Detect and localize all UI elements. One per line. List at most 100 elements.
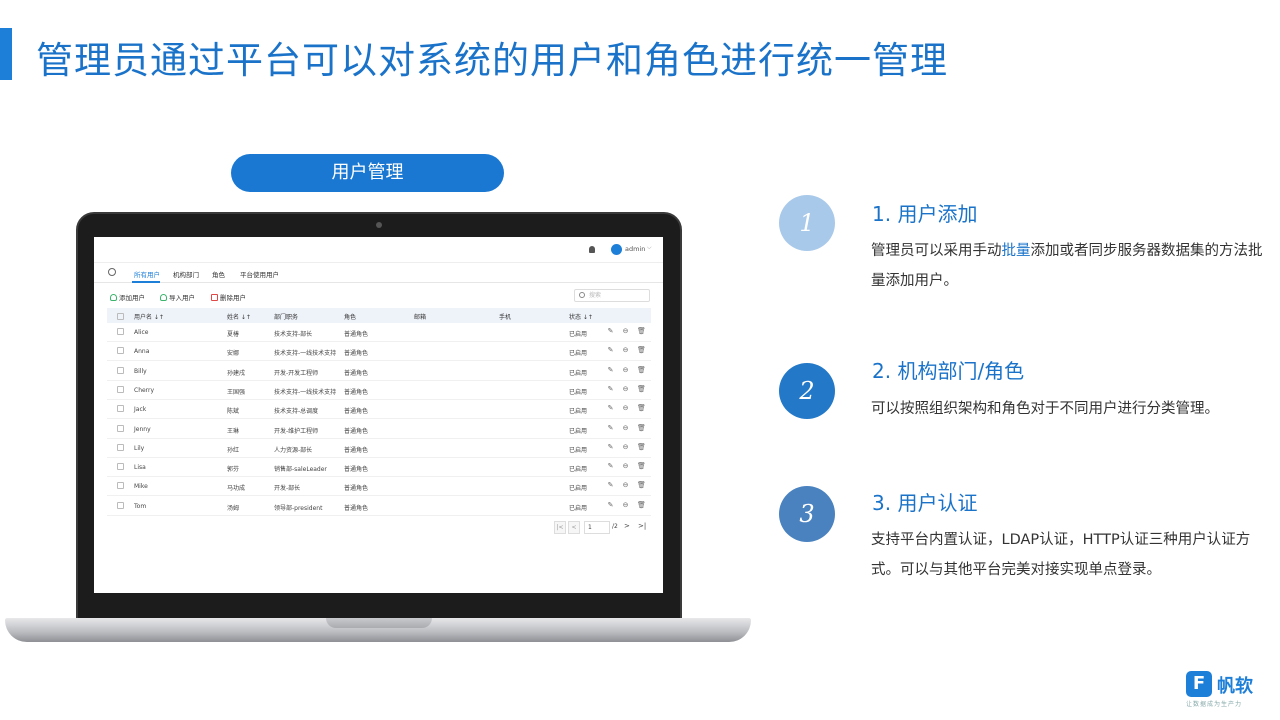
- trash-icon[interactable]: 🗑: [637, 405, 646, 412]
- cell-dept: 销售部-saleLeader: [274, 466, 327, 474]
- trash-icon[interactable]: 🗑: [637, 328, 646, 335]
- feature-2-title: 2. 机构部门/角色: [872, 359, 1025, 383]
- cell-status: 已启用: [569, 369, 588, 377]
- next-page-button[interactable]: >: [624, 522, 630, 530]
- add-user-button[interactable]: 添加用户: [110, 292, 145, 302]
- bell-icon[interactable]: [589, 246, 595, 253]
- trash-icon[interactable]: 🗑: [637, 482, 646, 489]
- admin-name[interactable]: admin: [625, 245, 645, 253]
- disable-icon[interactable]: ⊖: [622, 463, 629, 470]
- disable-icon[interactable]: ⊖: [622, 501, 629, 509]
- col-role: 角色: [344, 314, 357, 321]
- first-page-button[interactable]: |<: [554, 521, 566, 534]
- tab-all-users[interactable]: 所有用户: [134, 269, 160, 279]
- table-row[interactable]: Alice 夏椿 技术支持-部长 普通角色 已启用 ✎ ⊖ 🗑: [107, 323, 651, 342]
- cell-name: 孙建戌: [227, 369, 246, 377]
- edit-icon[interactable]: ✎: [607, 463, 614, 470]
- cell-role: 普通角色: [344, 427, 369, 435]
- page-number-input[interactable]: 1: [584, 521, 610, 534]
- laptop-notch: [326, 618, 432, 628]
- chevron-down-icon[interactable]: ⌵: [647, 244, 652, 252]
- table-row[interactable]: Jack 陈斌 技术支持-总调度 普通角色 已启用 ✎ ⊖ 🗑: [107, 400, 651, 420]
- app-topbar: admin ⌵: [94, 237, 663, 263]
- disable-icon[interactable]: ⊖: [622, 443, 629, 451]
- edit-icon[interactable]: ✎: [607, 385, 614, 393]
- col-name[interactable]: 姓名 ↓↑: [227, 312, 251, 321]
- row-checkbox[interactable]: [117, 385, 124, 393]
- avatar[interactable]: [611, 244, 622, 255]
- edit-icon[interactable]: ✎: [607, 424, 614, 432]
- row-checkbox[interactable]: [117, 482, 124, 490]
- user-add-icon: [110, 294, 117, 301]
- cell-role: 普通角色: [344, 485, 369, 493]
- trash-icon[interactable]: 🗑: [637, 501, 646, 509]
- feature-3-desc: 支持平台内置认证，LDAP认证，HTTP认证三种用户认证方式。可以与其他平台完美…: [871, 532, 1251, 578]
- table-row[interactable]: Tom 汤姆 领导部-president 普通角色 已启用 ✎ ⊖ 🗑: [107, 497, 651, 516]
- prev-page-button[interactable]: <: [568, 521, 580, 534]
- cell-username: Billy: [134, 367, 147, 375]
- row-checkbox[interactable]: [117, 443, 124, 451]
- row-checkbox[interactable]: [117, 463, 124, 471]
- row-checkbox[interactable]: [117, 424, 124, 432]
- cell-status: 已启用: [569, 485, 588, 493]
- row-checkbox[interactable]: [117, 366, 124, 374]
- table-row[interactable]: Mike 马功成 开发-部长 普通角色 已启用 ✎ ⊖ 🗑: [107, 477, 651, 497]
- cell-dept: 技术支持-一线技术支持: [274, 388, 337, 396]
- feature-3-title: 3. 用户认证: [872, 491, 978, 515]
- trash-icon[interactable]: 🗑: [637, 424, 646, 432]
- table-row[interactable]: Cherry 王国强 技术支持-一线技术支持 普通角色 已启用 ✎ ⊖ 🗑: [107, 381, 651, 400]
- cell-username: Alice: [134, 329, 149, 336]
- cell-name: 陈斌: [227, 408, 240, 416]
- edit-icon[interactable]: ✎: [607, 347, 614, 354]
- disable-icon[interactable]: ⊖: [622, 385, 629, 393]
- tab-departments[interactable]: 机构部门: [173, 269, 199, 279]
- row-checkbox[interactable]: [117, 328, 124, 335]
- feature-1-desc: 管理员可以采用手动批量添加或者同步服务器数据集的方法批量添加用户。: [871, 243, 1263, 289]
- tab-roles[interactable]: 角色: [212, 269, 225, 279]
- edit-icon[interactable]: ✎: [607, 366, 614, 374]
- cell-status: 已启用: [569, 427, 588, 435]
- delete-user-button[interactable]: 删除用户: [211, 292, 246, 302]
- page-title: 管理员通过平台可以对系统的用户和角色进行统一管理: [36, 39, 948, 82]
- search-input[interactable]: 搜索: [574, 289, 650, 302]
- disable-icon[interactable]: ⊖: [622, 347, 629, 354]
- disable-icon[interactable]: ⊖: [622, 328, 629, 335]
- cell-name: 夏椿: [227, 331, 240, 338]
- cell-status: 已启用: [569, 466, 588, 474]
- table-row[interactable]: Lily 孙红 人力资源-部长 普通角色 已启用 ✎ ⊖ 🗑: [107, 439, 651, 458]
- edit-icon[interactable]: ✎: [607, 405, 614, 412]
- trash-icon[interactable]: 🗑: [637, 347, 646, 354]
- import-user-button[interactable]: 导入用户: [160, 292, 195, 302]
- trash-icon[interactable]: 🗑: [637, 366, 646, 374]
- edit-icon[interactable]: ✎: [607, 482, 614, 489]
- edit-icon[interactable]: ✎: [607, 443, 614, 451]
- col-status[interactable]: 状态 ↓↑: [569, 312, 593, 321]
- select-all-checkbox[interactable]: [117, 313, 124, 320]
- edit-icon[interactable]: ✎: [607, 328, 614, 335]
- trash-icon[interactable]: 🗑: [637, 463, 646, 470]
- row-checkbox[interactable]: [117, 405, 124, 413]
- col-username[interactable]: 用户名 ↓↑: [134, 312, 164, 321]
- cell-status: 已启用: [569, 350, 588, 358]
- row-checkbox[interactable]: [117, 347, 124, 355]
- settings-icon[interactable]: [108, 268, 116, 276]
- table-row[interactable]: Billy 孙建戌 开发-开发工程师 普通角色 已启用 ✎ ⊖ 🗑: [107, 362, 651, 381]
- disable-icon[interactable]: ⊖: [622, 482, 629, 489]
- table-row[interactable]: Lisa 郭芬 销售部-saleLeader 普通角色 已启用 ✎ ⊖ 🗑: [107, 458, 651, 478]
- cell-name: 孙红: [227, 446, 240, 454]
- edit-icon[interactable]: ✎: [607, 501, 614, 509]
- table-row[interactable]: Anna 安娜 技术支持-一线技术支持 普通角色 已启用 ✎ ⊖ 🗑: [107, 342, 651, 362]
- last-page-button[interactable]: >|: [638, 522, 646, 530]
- disable-icon[interactable]: ⊖: [622, 405, 629, 412]
- tab-platform-users[interactable]: 平台使用用户: [240, 269, 279, 279]
- logo-text: 帆软: [1217, 676, 1253, 697]
- cell-dept: 开发-部长: [274, 485, 301, 493]
- tab-bar: 所有用户 机构部门 角色 平台使用用户: [94, 263, 663, 283]
- disable-icon[interactable]: ⊖: [622, 424, 629, 432]
- logo-tagline: 让数据成为生产力: [1186, 701, 1243, 708]
- trash-icon[interactable]: 🗑: [637, 443, 646, 451]
- trash-icon[interactable]: 🗑: [637, 385, 646, 393]
- row-checkbox[interactable]: [117, 501, 124, 509]
- disable-icon[interactable]: ⊖: [622, 366, 629, 374]
- table-row[interactable]: Jenny 王琳 开发-维护工程师 普通角色 已启用 ✎ ⊖ 🗑: [107, 420, 651, 439]
